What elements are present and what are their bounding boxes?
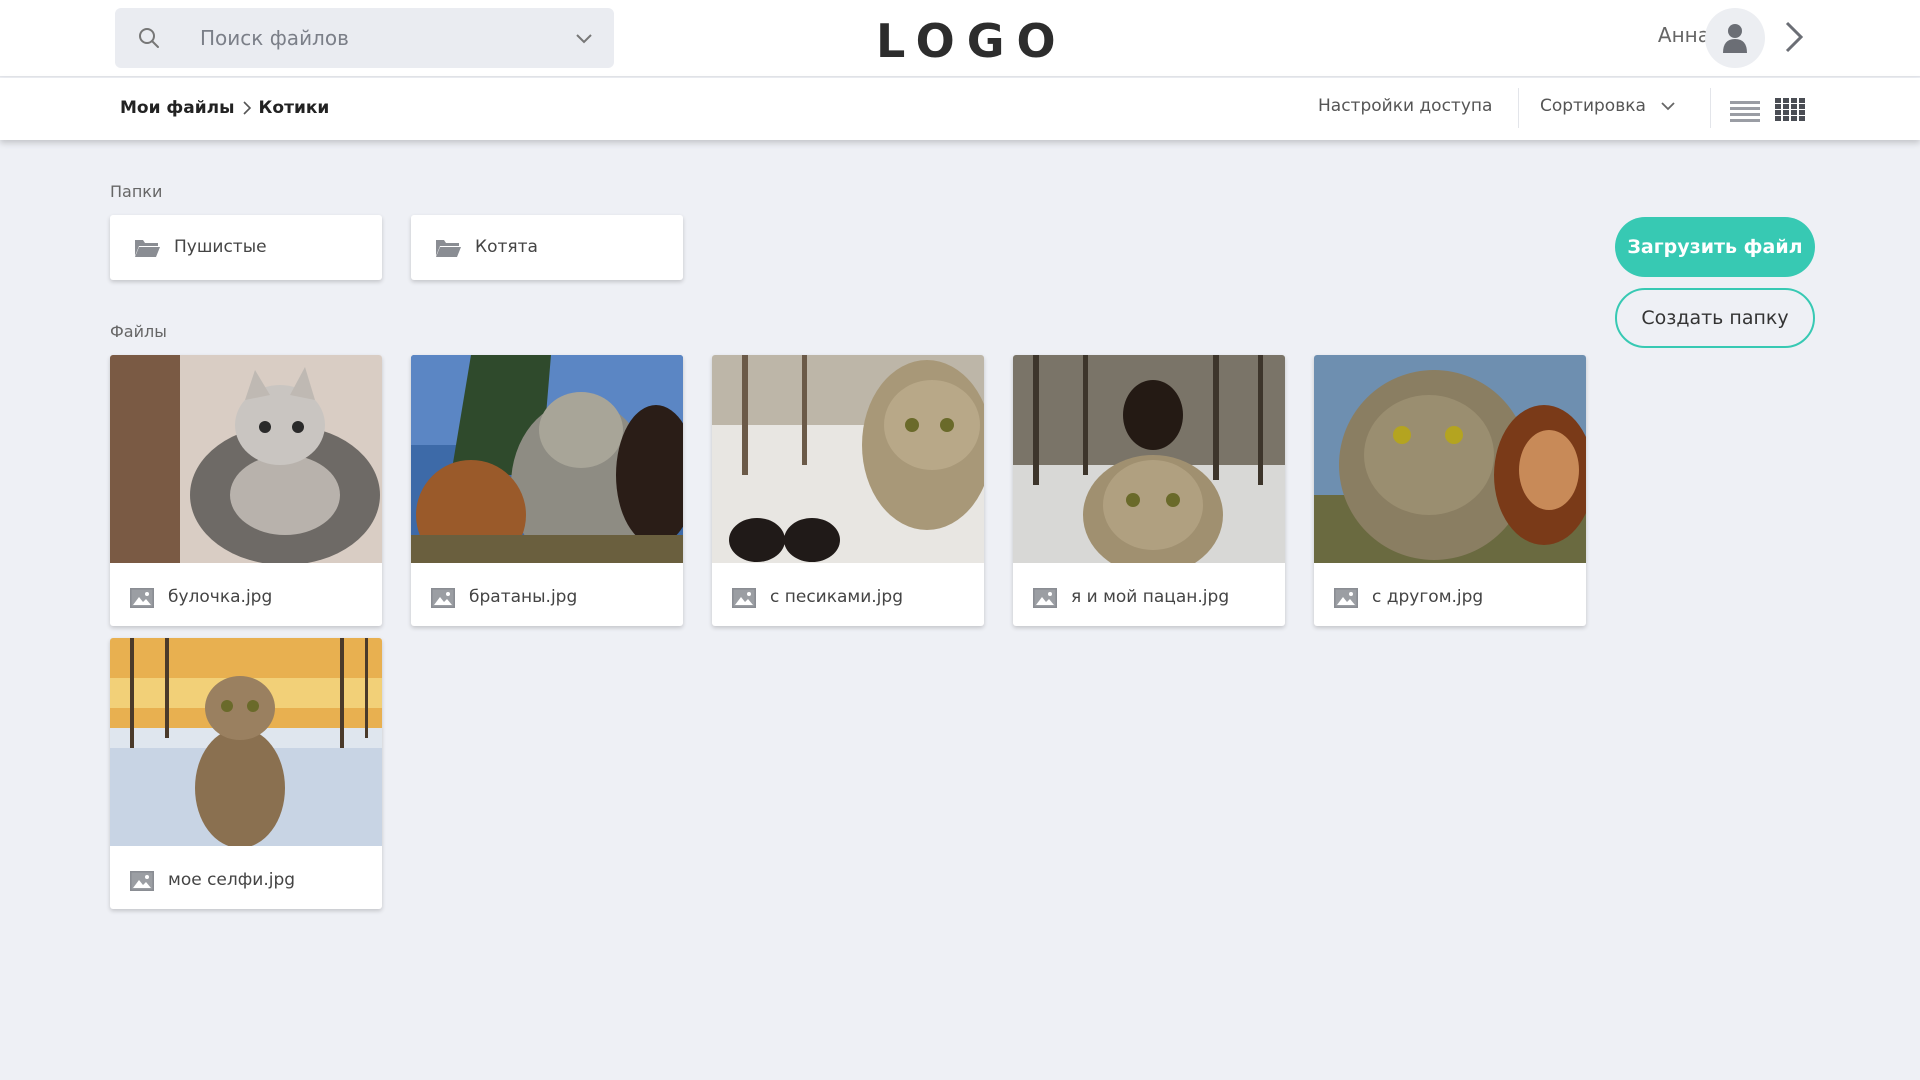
create-folder-button[interactable]: Создать папку (1615, 288, 1815, 348)
file-card[interactable]: с песиками.jpg (712, 355, 984, 626)
upload-file-button[interactable]: Загрузить файл (1615, 217, 1815, 277)
grid-view-icon[interactable] (1775, 98, 1805, 122)
file-thumbnail (1013, 355, 1285, 563)
chevron-down-icon[interactable] (575, 29, 593, 47)
access-settings-button[interactable]: Настройки доступа (1318, 96, 1492, 116)
chevron-right-icon[interactable] (1782, 20, 1806, 54)
file-thumbnail (1314, 355, 1586, 563)
image-icon (732, 588, 756, 608)
chevron-down-icon (1661, 102, 1675, 111)
file-thumbnail (110, 355, 382, 563)
folder-icon (435, 238, 461, 258)
file-name: с песиками.jpg (770, 587, 903, 607)
logo[interactable]: LOGO (876, 14, 1076, 74)
folder-name: Пушистые (174, 237, 267, 257)
file-name: братаны.jpg (469, 587, 578, 607)
file-name: булочка.jpg (168, 587, 273, 607)
avatar[interactable] (1705, 8, 1765, 68)
file-card[interactable]: братаны.jpg (411, 355, 683, 626)
image-icon (130, 871, 154, 891)
file-card[interactable]: булочка.jpg (110, 355, 382, 626)
user-name[interactable]: Анна (1620, 23, 1710, 47)
breadcrumb-current[interactable]: Котики (259, 98, 330, 118)
folder-item[interactable]: Пушистые (110, 215, 382, 280)
file-name: мое селфи.jpg (168, 870, 296, 890)
file-card[interactable]: с другом.jpg (1314, 355, 1586, 626)
search-input[interactable] (200, 22, 540, 54)
search-icon (139, 28, 159, 48)
folder-name: Котята (475, 237, 538, 257)
user-icon (1723, 24, 1747, 53)
file-card[interactable]: мое селфи.jpg (110, 638, 382, 909)
image-icon (1033, 588, 1057, 608)
file-thumbnail (712, 355, 984, 563)
folders-title: Папки (110, 182, 163, 201)
image-icon (1334, 588, 1358, 608)
folder-item[interactable]: Котята (411, 215, 683, 280)
file-thumbnail (411, 355, 683, 563)
folder-icon (134, 238, 160, 258)
image-icon (431, 588, 455, 608)
file-name: я и мой пацан.jpg (1071, 587, 1230, 607)
divider (1518, 88, 1519, 128)
divider (1710, 88, 1711, 128)
file-name: с другом.jpg (1372, 587, 1484, 607)
search-box[interactable] (115, 8, 614, 68)
sort-label: Сортировка (1540, 96, 1646, 116)
toolbar: Мои файлы Котики Настройки доступа Сорти… (0, 78, 1920, 140)
top-header: LOGO Анна (0, 0, 1920, 77)
image-icon (130, 588, 154, 608)
breadcrumb-root[interactable]: Мои файлы (120, 98, 235, 118)
chevron-right-icon (242, 101, 251, 115)
list-view-icon[interactable] (1730, 100, 1760, 122)
file-card[interactable]: я и мой пацан.jpg (1013, 355, 1285, 626)
breadcrumb: Мои файлы Котики (120, 98, 329, 118)
file-thumbnail (110, 638, 382, 846)
files-title: Файлы (110, 322, 167, 341)
sort-dropdown[interactable]: Сортировка (1540, 96, 1676, 116)
